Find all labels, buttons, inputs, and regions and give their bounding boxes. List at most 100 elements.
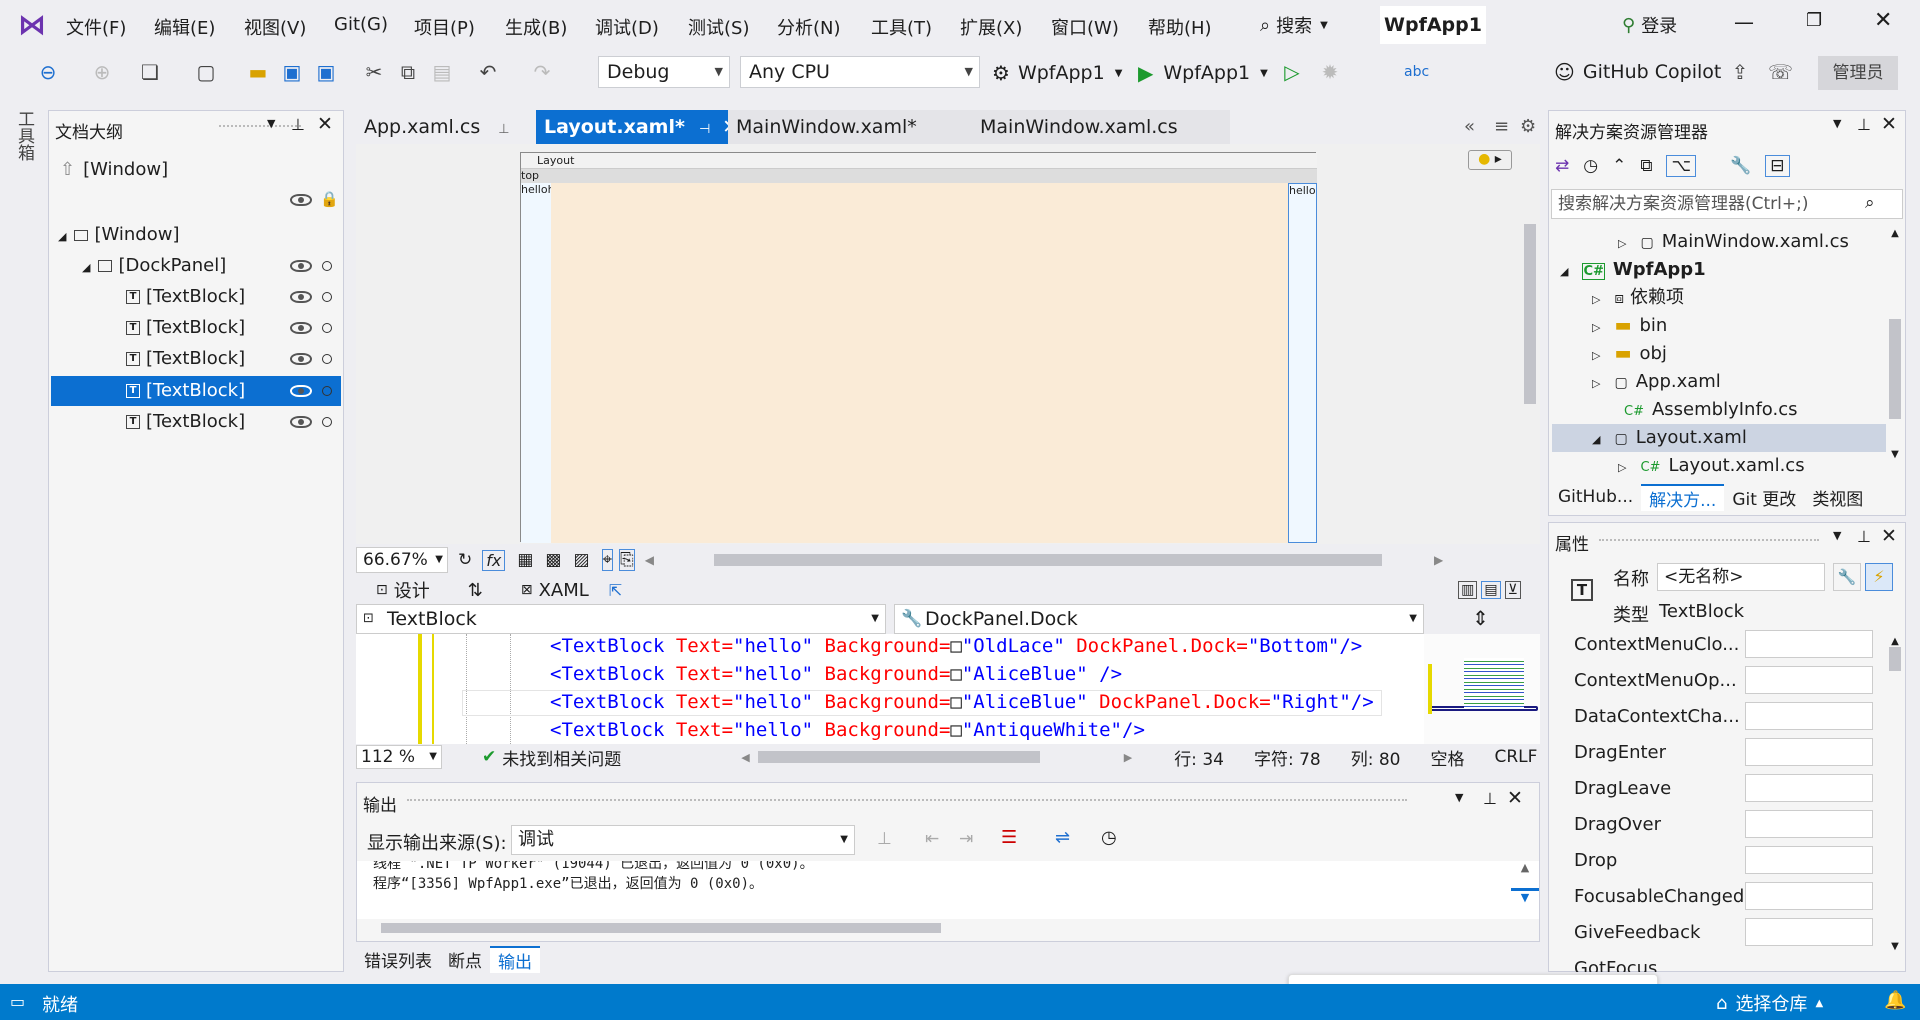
designer-top-text[interactable]: top	[521, 169, 1317, 183]
toolbox-tab[interactable]: 工具箱	[12, 110, 34, 161]
visibility-eye-icon[interactable]	[290, 416, 312, 428]
refresh-icon[interactable]: ↻	[458, 550, 472, 570]
event-handler-input[interactable]	[1745, 702, 1873, 730]
config-select[interactable]: Debug ▼	[598, 56, 730, 88]
split-adjust-icon[interactable]: ⇕	[1472, 606, 1489, 630]
code-minimap[interactable]	[1424, 634, 1540, 744]
collapse-all-icon[interactable]: ⌃	[1612, 156, 1626, 176]
event-handler-input[interactable]	[1745, 774, 1873, 802]
sol-item-bin[interactable]: ▷ ▬ bin	[1592, 312, 1667, 340]
go-to-location-icon[interactable]: ⊥	[877, 829, 892, 849]
save-icon[interactable]: ▣	[280, 60, 304, 84]
tab-breakpoints[interactable]: 断点	[440, 947, 490, 972]
tab-git-changes[interactable]: Git 更改	[1724, 485, 1804, 510]
restore-button[interactable]: ❐	[1806, 10, 1822, 31]
clear-all-icon[interactable]: ☰	[1001, 827, 1017, 848]
startup-project-select[interactable]: ⚙ WpfApp1 ▼	[992, 58, 1122, 88]
code-line[interactable]: <TextBlock Text="hello" Background=□"Old…	[550, 635, 1362, 657]
menu-edit[interactable]: 编辑(E)	[154, 14, 215, 40]
designer-right-text[interactable]: hello	[1288, 183, 1317, 543]
menu-project[interactable]: 项目(P)	[414, 14, 475, 40]
undo-icon[interactable]: ↶	[476, 60, 500, 84]
menu-file[interactable]: 文件(F)	[66, 14, 126, 40]
event-handler-input[interactable]	[1745, 882, 1873, 910]
snap-grid-icon[interactable]: ▩	[545, 550, 561, 570]
event-handler-input[interactable]	[1745, 738, 1873, 766]
code-hscrollbar[interactable]	[757, 751, 1040, 763]
lock-toggle-icon[interactable]	[322, 354, 332, 364]
panel-dropdown-icon[interactable]: ▼	[1833, 117, 1841, 130]
sol-item-project[interactable]: ◢ C# WpfApp1	[1560, 256, 1706, 284]
sol-item-obj[interactable]: ▷ ▬ obj	[1592, 340, 1667, 368]
tab-app-xaml-cs[interactable]: App.xaml.cs ⊥	[356, 110, 534, 144]
project-code-icon[interactable]: ⎘	[619, 549, 635, 571]
visibility-eye-icon[interactable]	[290, 194, 312, 206]
menu-test[interactable]: 测试(S)	[688, 14, 749, 40]
menu-build[interactable]: 生成(B)	[505, 14, 567, 40]
event-handler-input[interactable]	[1745, 846, 1873, 874]
visibility-eye-icon[interactable]	[290, 385, 312, 397]
tab-error-list[interactable]: 错误列表	[356, 947, 440, 972]
tab-design[interactable]: ⊡ 设计	[376, 577, 430, 603]
close-icon[interactable]: ✕	[1507, 787, 1523, 809]
split-vertical-icon[interactable]: ▥	[1458, 581, 1478, 599]
sol-item-mainwindow-cs[interactable]: ▷ ▢ MainWindow.xaml.cs	[1618, 228, 1849, 256]
vs-logo-icon[interactable]: ⋈	[18, 10, 48, 40]
pin-icon[interactable]: ⊥	[1857, 527, 1871, 546]
sync-icon[interactable]: ⌥	[1666, 155, 1697, 177]
tab-mainwindow-xaml-cs[interactable]: MainWindow.xaml.cs	[972, 110, 1230, 144]
close-icon[interactable]: ✕	[1881, 525, 1897, 547]
fx-icon[interactable]: fx	[482, 549, 506, 571]
events-lightning-icon[interactable]: ⚡	[1865, 563, 1893, 591]
designer-vscrollbar[interactable]	[1520, 144, 1540, 544]
menu-debug[interactable]: 调试(D)	[595, 14, 659, 40]
cut-icon[interactable]: ✂	[362, 60, 386, 84]
hot-reload-icon[interactable]: ✹	[1318, 60, 1342, 84]
output-source-select[interactable]: 调试 ▼	[511, 825, 855, 855]
panel-dropdown-icon[interactable]: ▼	[1455, 791, 1463, 804]
select-repo-button[interactable]: ⌂ 选择仓库 ▲	[1716, 990, 1823, 1016]
outline-window[interactable]: ◢ [Window]	[58, 220, 346, 250]
close-icon[interactable]: ✕	[317, 113, 333, 135]
menu-window[interactable]: 窗口(W)	[1051, 14, 1119, 40]
grid-icon[interactable]: ▦	[517, 550, 533, 570]
sol-item-app-xaml[interactable]: ▷ ▢ App.xaml	[1592, 368, 1721, 396]
solution-vscrollbar[interactable]: ▲ ▼	[1886, 228, 1904, 476]
pin-icon[interactable]: ⊥	[1483, 789, 1497, 808]
visibility-eye-icon[interactable]	[290, 291, 312, 303]
tab-output[interactable]: 输出	[490, 945, 540, 973]
lock-toggle-icon[interactable]	[322, 292, 332, 302]
pin-icon[interactable]: ⊥	[291, 115, 305, 134]
redo-icon[interactable]: ↷	[530, 60, 554, 84]
tab-xaml[interactable]: ⊠ XAML	[521, 580, 589, 601]
tab-layout-xaml[interactable]: Layout.xaml*⊣✕	[536, 110, 738, 144]
menu-extensions[interactable]: 扩展(X)	[960, 14, 1022, 40]
show-all-files-icon[interactable]: ⧉	[1640, 156, 1652, 176]
share-icon[interactable]: ⇪	[1728, 60, 1752, 84]
designer-surface[interactable]: Layout top hellohello hello ● ▸	[356, 144, 1540, 544]
lock-toggle-icon[interactable]	[322, 417, 332, 427]
lock-icon[interactable]: 🔒	[320, 190, 339, 208]
output-hscrollbar[interactable]	[381, 923, 941, 933]
lock-toggle-icon[interactable]	[322, 261, 332, 271]
lock-toggle-icon[interactable]	[322, 386, 332, 396]
tab-mainwindow-xaml[interactable]: MainWindow.xaml*	[728, 110, 978, 144]
output-vscrollbar[interactable]: ▲ ▼	[1511, 861, 1539, 919]
split-horizontal-icon[interactable]: ▤	[1481, 581, 1501, 599]
collapse-pane-icon[interactable]: ⊻	[1504, 581, 1521, 599]
code-line[interactable]: <TextBlock Text="hello" Background=□"Ant…	[550, 719, 1145, 741]
menu-view[interactable]: 视图(V)	[244, 14, 306, 40]
code-line-current[interactable]: <TextBlock Text="hello" Background=□"Ali…	[550, 691, 1374, 713]
menu-help[interactable]: 帮助(H)	[1148, 14, 1212, 40]
search-button[interactable]: ⌕ 搜索 ▼	[1260, 10, 1328, 40]
output-text[interactable]: 线程 ".NET TP Worker" (19044) 已退出，返回值为 0 (…	[357, 861, 1511, 919]
open-folder-icon[interactable]: ▬	[246, 60, 270, 84]
save-all-icon[interactable]: ▣	[314, 60, 338, 84]
event-handler-input[interactable]	[1745, 810, 1873, 838]
add-item-icon[interactable]: ▢	[194, 60, 218, 84]
name-input[interactable]: <无名称>	[1657, 563, 1825, 591]
sol-item-dependencies[interactable]: ▷ ⧈ 依赖项	[1592, 284, 1684, 312]
close-icon[interactable]: ✕	[1881, 113, 1897, 135]
event-handler-input[interactable]	[1745, 666, 1873, 694]
sol-item-layout-xaml[interactable]: ◢ ▢ Layout.xaml	[1592, 424, 1747, 452]
